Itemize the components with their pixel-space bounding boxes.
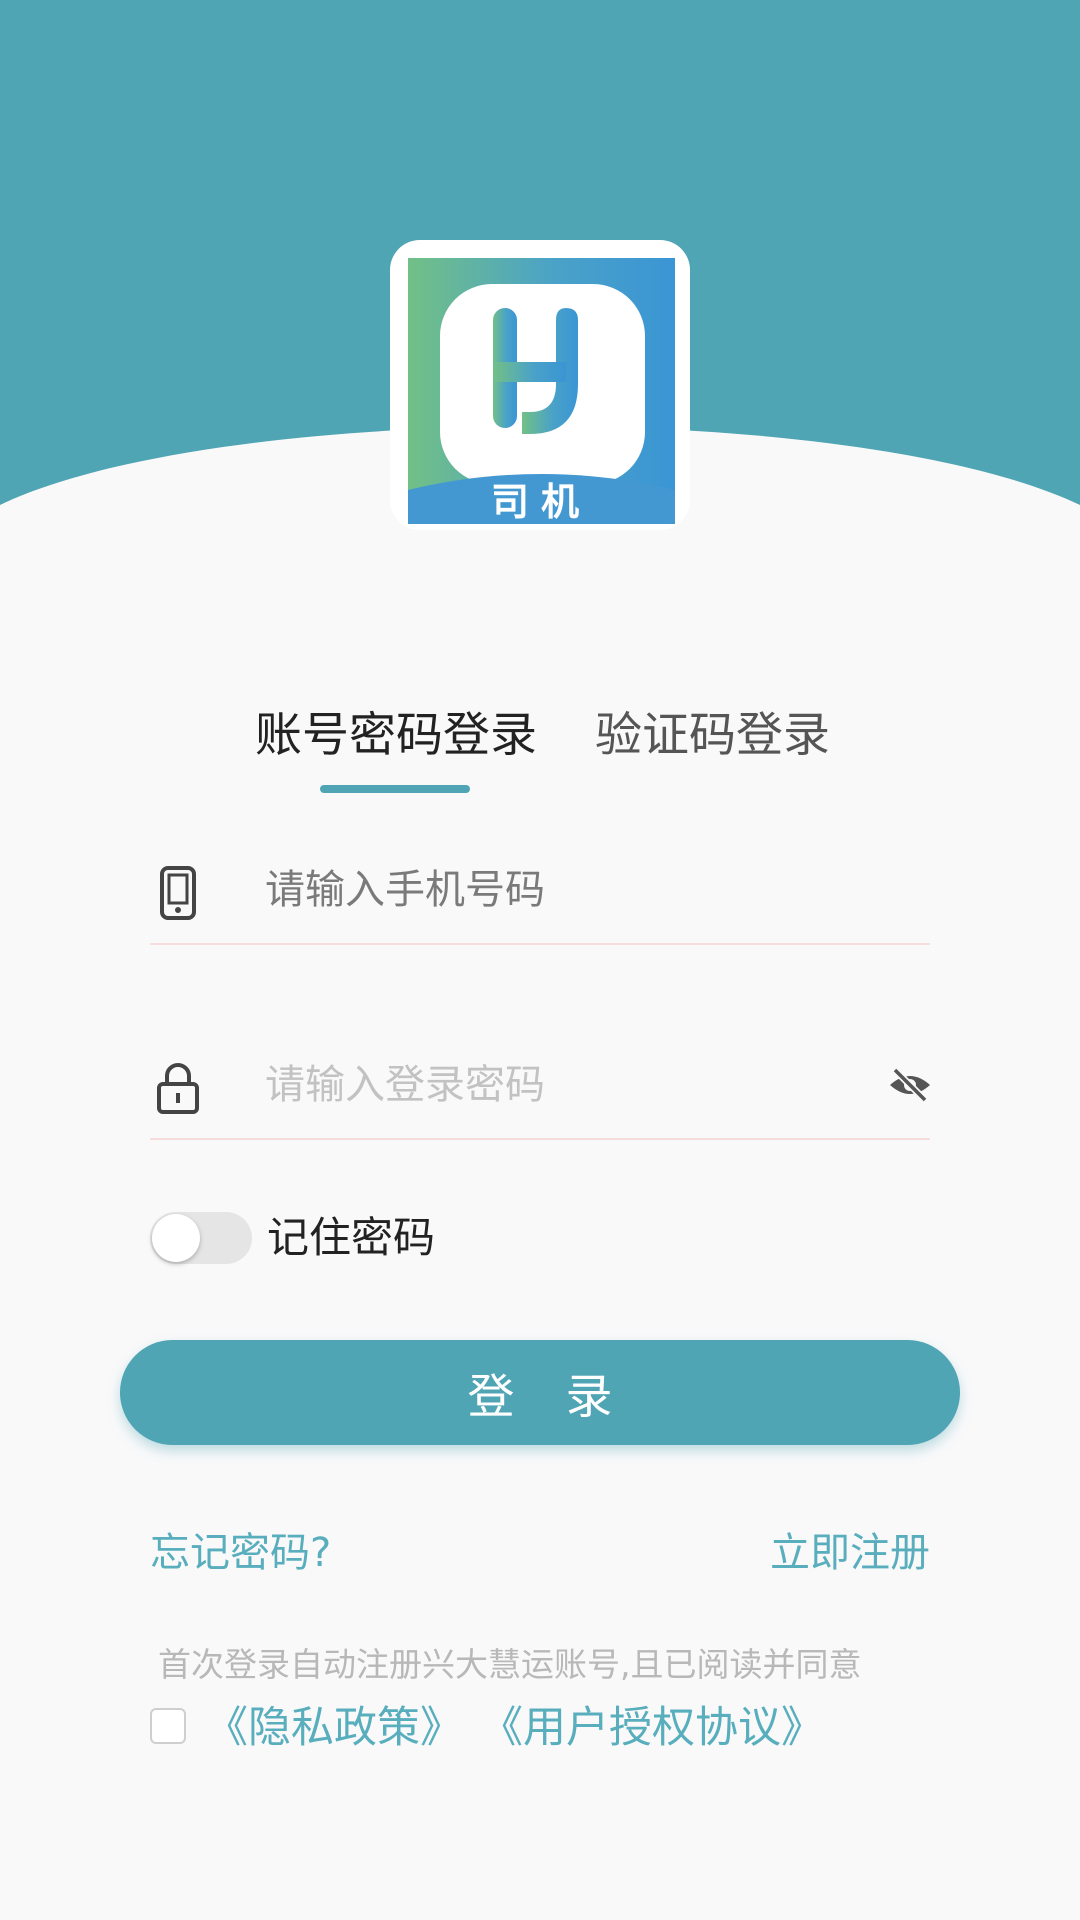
agreement-text: 首次登录自动注册兴大慧运账号,且已阅读并同意 [158, 1645, 862, 1684]
password-field [150, 1030, 930, 1140]
phone-field [150, 835, 930, 945]
phone-input[interactable] [265, 855, 825, 925]
login-button[interactable]: 登 录 [120, 1340, 960, 1445]
password-input[interactable] [265, 1050, 825, 1120]
logo-text: 司机 [491, 480, 591, 524]
register-link[interactable]: 立即注册 [770, 1525, 930, 1581]
remember-password-label: 记住密码 [267, 1213, 436, 1262]
remember-password-switch[interactable] [150, 1212, 252, 1264]
user-agreement-link[interactable]: 《用户授权协议》 [480, 1700, 824, 1756]
phone-icon [160, 866, 196, 920]
lock-icon [157, 1063, 199, 1114]
active-tab-indicator [320, 785, 470, 793]
login-tabs: 账号密码登录 验证码登录 [0, 700, 1080, 800]
agreement-checkbox[interactable] [150, 1708, 186, 1744]
eye-off-icon[interactable] [885, 1060, 935, 1110]
remember-password: 记住密码 [150, 1210, 550, 1266]
privacy-policy-link[interactable]: 《隐私政策》 [205, 1700, 463, 1756]
app-logo: 司机 [408, 258, 675, 524]
tab-code-login[interactable]: 验证码登录 [595, 700, 830, 772]
tab-password-login[interactable]: 账号密码登录 [255, 700, 537, 772]
forgot-password-link[interactable]: 忘记密码? [150, 1525, 331, 1581]
switch-knob [152, 1214, 200, 1262]
